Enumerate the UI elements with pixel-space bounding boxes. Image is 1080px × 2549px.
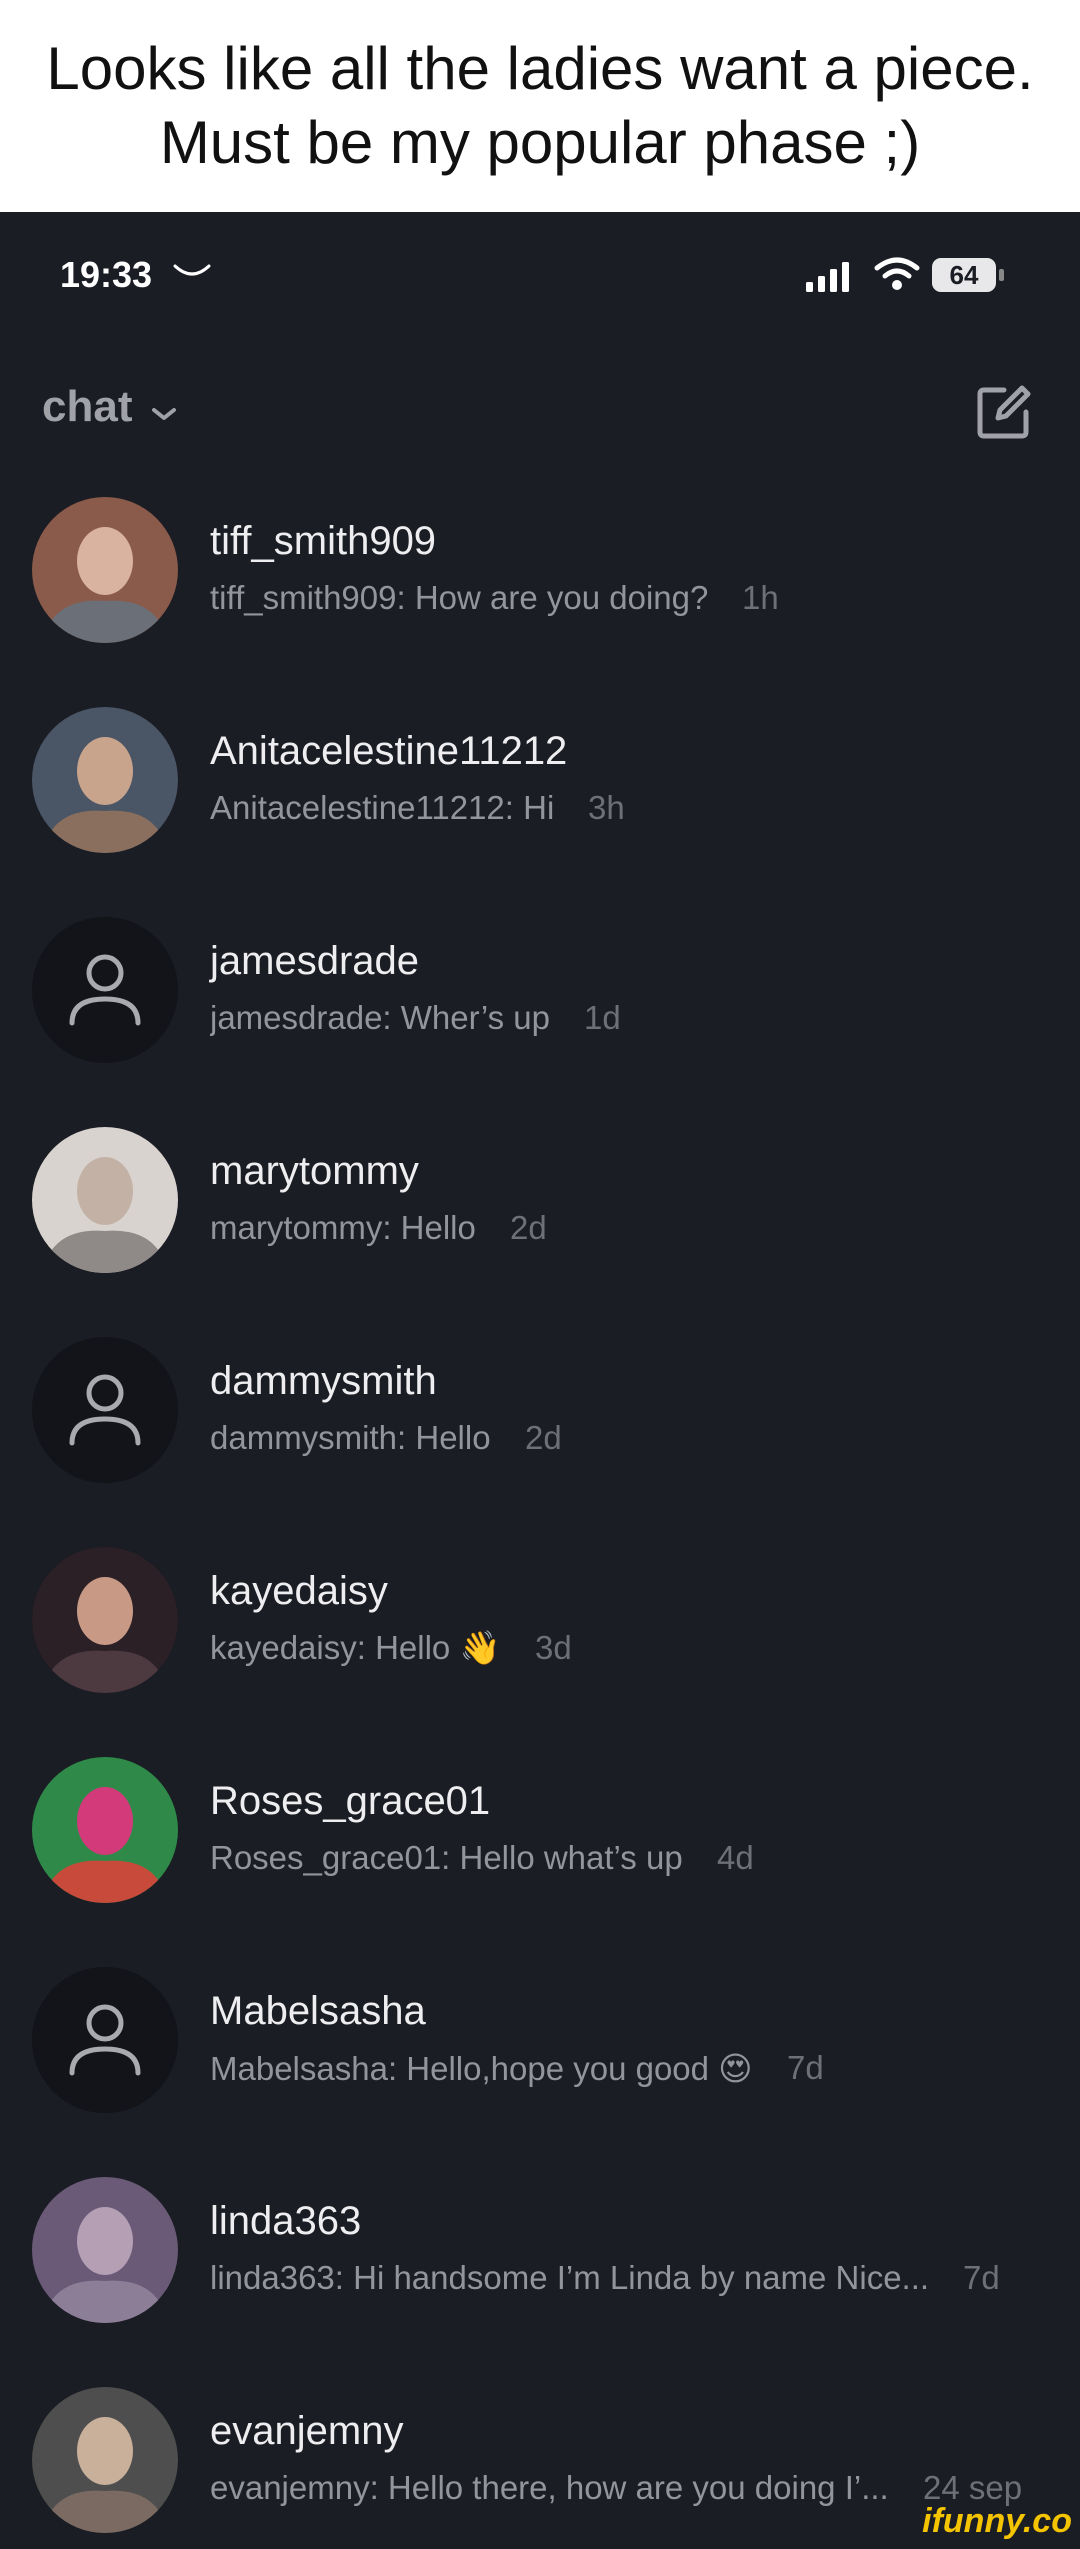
wifi-icon	[874, 257, 920, 290]
chat-preview: Mabelsasha: Hello,hope you good 😍	[210, 2050, 753, 2087]
default-avatar-icon[interactable]	[32, 1337, 178, 1483]
chat-time: 7d	[787, 2049, 824, 2086]
chat-preview: Anitacelestine11212: Hi	[210, 789, 555, 826]
chat-row[interactable]: Roses_grace01 Roses_grace01: Hello what’s…	[0, 1757, 1080, 1967]
chat-time: 1d	[584, 999, 621, 1036]
cellular-signal-icon	[806, 262, 849, 292]
chat-row[interactable]: marytommy marytommy: Hello 2d	[0, 1127, 1080, 1337]
ifunny-watermark: ifunny.co	[922, 2502, 1072, 2540]
chat-row[interactable]: dammysmith dammysmith: Hello 2d	[0, 1337, 1080, 1547]
chat-row[interactable]: kayedaisy kayedaisy: Hello 👋 3d	[0, 1547, 1080, 1757]
avatar[interactable]	[32, 1547, 178, 1693]
chevron-down-icon[interactable]	[150, 404, 178, 424]
avatar[interactable]	[32, 2177, 178, 2323]
chat-screen: 19:33 64 chat tiff_smith909 tiff_smith90…	[0, 212, 1080, 2549]
chat-name: dammysmith	[210, 1359, 437, 1403]
compose-icon[interactable]	[974, 382, 1034, 442]
avatar[interactable]	[32, 2387, 178, 2533]
meme-caption: Looks like all the ladies want a piece. …	[0, 0, 1080, 212]
default-avatar-icon[interactable]	[32, 917, 178, 1063]
chat-preview: Roses_grace01: Hello what’s up	[210, 1839, 683, 1876]
chat-preview: tiff_smith909: How are you doing?	[210, 579, 709, 616]
default-avatar-icon[interactable]	[32, 1967, 178, 2113]
chat-row[interactable]: Anitacelestine11212 Anitacelestine11212: …	[0, 707, 1080, 917]
chat-time: 1h	[742, 579, 779, 616]
chat-time: 3h	[588, 789, 625, 826]
status-time: 19:33	[60, 254, 153, 295]
chat-name: evanjemny	[210, 2409, 404, 2453]
status-bar: 19:33 64	[0, 212, 1080, 342]
chat-time: 3d	[535, 1629, 572, 1666]
chat-time: 4d	[717, 1839, 754, 1876]
chat-preview: evanjemny: Hello there, how are you doin…	[210, 2469, 889, 2506]
battery-level: 64	[932, 258, 996, 292]
chat-header: chat	[0, 362, 1080, 462]
avatar[interactable]	[32, 707, 178, 853]
caption-text: Looks like all the ladies want a piece. …	[46, 35, 1034, 176]
chat-preview: marytommy: Hello	[210, 1209, 476, 1246]
avatar[interactable]	[32, 497, 178, 643]
chat-name: marytommy	[210, 1149, 419, 1193]
chat-time: 7d	[963, 2259, 1000, 2296]
chat-row[interactable]: Mabelsasha Mabelsasha: Hello,hope you goo…	[0, 1967, 1080, 2177]
focus-moon-icon	[173, 264, 211, 276]
chat-name: Mabelsasha	[210, 1989, 426, 2033]
chat-title-dropdown[interactable]: chat	[42, 382, 132, 432]
chat-preview: dammysmith: Hello	[210, 1419, 491, 1456]
chat-name: linda363	[210, 2199, 362, 2243]
chat-row[interactable]: linda363 linda363: Hi handsome I’m Linda …	[0, 2177, 1080, 2387]
chat-name: jamesdrade	[210, 939, 420, 983]
chat-name: tiff_smith909	[210, 519, 437, 563]
avatar[interactable]	[32, 1127, 178, 1273]
chat-row[interactable]: jamesdrade jamesdrade: Wher’s up 1d	[0, 917, 1080, 1127]
chat-name: Anitacelestine11212	[210, 729, 568, 773]
chat-name: Roses_grace01	[210, 1779, 491, 1823]
chat-preview: jamesdrade: Wher’s up	[210, 999, 550, 1036]
chat-row[interactable]: evanjemny evanjemny: Hello there, how are…	[0, 2387, 1080, 2549]
chat-name: kayedaisy	[210, 1569, 388, 1613]
chat-preview: kayedaisy: Hello 👋	[210, 1629, 501, 1666]
chat-preview: linda363: Hi handsome I’m Linda by name …	[210, 2259, 930, 2296]
battery-icon: 64	[932, 258, 1004, 292]
chat-time: 2d	[510, 1209, 547, 1246]
chat-row[interactable]: tiff_smith909 tiff_smith909: How are you …	[0, 497, 1080, 707]
chat-time: 2d	[525, 1419, 562, 1456]
avatar[interactable]	[32, 1757, 178, 1903]
